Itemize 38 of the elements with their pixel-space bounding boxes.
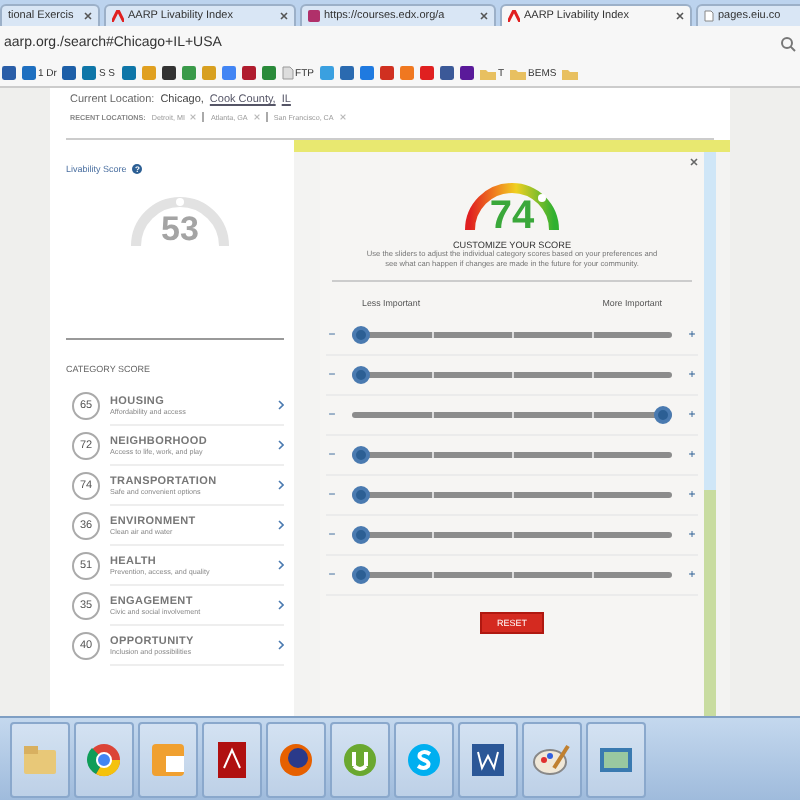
chevron-icon <box>278 560 284 570</box>
slider-thumb[interactable] <box>352 326 370 345</box>
taskbar-button[interactable] <box>266 721 326 797</box>
tab-favicon-icon <box>508 10 520 22</box>
taskbar-button[interactable] <box>74 721 134 797</box>
importance-slider[interactable] <box>352 526 672 545</box>
importance-slider[interactable] <box>352 566 672 585</box>
score-gauge: 74 <box>458 162 566 234</box>
score-gauge: 53 <box>126 182 234 250</box>
page-icon <box>704 10 714 22</box>
close-icon[interactable] <box>84 12 92 20</box>
importance-slider[interactable] <box>352 326 672 345</box>
search-icon[interactable] <box>780 35 796 51</box>
taskbar-button[interactable] <box>458 721 518 797</box>
slider-thumb[interactable] <box>352 366 370 385</box>
chevron-icon <box>278 600 284 610</box>
importance-slider[interactable] <box>352 486 672 505</box>
tab-favicon-icon <box>308 10 320 22</box>
close-icon[interactable] <box>480 12 488 20</box>
chevron-icon <box>278 440 284 450</box>
slider-thumb[interactable] <box>352 486 370 505</box>
slider-thumb[interactable] <box>654 406 672 425</box>
importance-slider[interactable] <box>352 446 672 465</box>
chevron-icon <box>278 640 284 650</box>
chevron-icon <box>278 400 284 410</box>
slider-thumb[interactable] <box>352 526 370 545</box>
close-icon[interactable] <box>690 158 698 166</box>
close-icon[interactable] <box>280 12 288 20</box>
tab-favicon-icon <box>112 10 124 22</box>
slider-thumb[interactable] <box>352 566 370 585</box>
importance-slider[interactable] <box>352 406 672 425</box>
taskbar-button[interactable] <box>586 721 646 797</box>
chevron-icon <box>278 480 284 490</box>
close-icon[interactable] <box>676 12 684 20</box>
taskbar-button[interactable] <box>202 721 262 797</box>
slider-thumb[interactable] <box>352 446 370 465</box>
importance-slider[interactable] <box>352 366 672 385</box>
chevron-icon <box>278 520 284 530</box>
